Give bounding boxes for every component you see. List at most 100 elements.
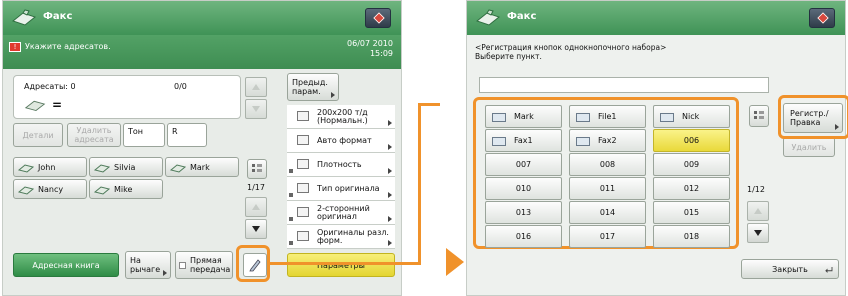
one-touch-button[interactable]: Fax2 bbox=[569, 129, 646, 152]
r-button[interactable]: R bbox=[167, 123, 207, 147]
grid-scroll-down[interactable] bbox=[747, 223, 769, 243]
setting-label: Оригиналы разл. форм. bbox=[317, 228, 389, 245]
instruction-line-1: <Регистрация кнопок однокнопочного набор… bbox=[475, 43, 667, 52]
fax-address-icon bbox=[18, 164, 34, 173]
status-band: ! Укажите адресатов. 06/07 2010 15:09 bbox=[3, 35, 401, 69]
fax-address-icon bbox=[170, 164, 186, 173]
address-type-icon bbox=[576, 113, 590, 122]
menu-button[interactable] bbox=[809, 8, 835, 28]
setting-density[interactable]: Плотность bbox=[287, 153, 395, 177]
address-button-silvia[interactable]: Silvia bbox=[89, 157, 163, 177]
one-touch-label: 015 bbox=[683, 208, 700, 217]
warning-icon: ! bbox=[9, 42, 21, 52]
tone-button[interactable]: Тон bbox=[123, 123, 165, 147]
setting-label: Авто формат bbox=[317, 136, 372, 145]
direct-send-button[interactable]: Прямая передача bbox=[175, 251, 233, 279]
setting-auto-size[interactable]: Авто формат bbox=[287, 129, 395, 153]
date-time: 06/07 2010 15:09 bbox=[347, 39, 393, 59]
fax-main-screen: Факс ! Укажите адресатов. 06/07 2010 15:… bbox=[2, 0, 402, 296]
setting-original-type[interactable]: Тип оригинала bbox=[287, 177, 395, 201]
address-button-mark[interactable]: Mark bbox=[165, 157, 239, 177]
fax-address-icon bbox=[94, 186, 110, 195]
address-button-nancy[interactable]: Nancy bbox=[13, 179, 87, 199]
address-button-john[interactable]: John bbox=[13, 157, 87, 177]
one-touch-label: 007 bbox=[515, 160, 532, 169]
close-label: Закрыть bbox=[772, 264, 808, 274]
one-touch-label: 013 bbox=[515, 208, 532, 217]
recipients-scroll-down[interactable] bbox=[245, 99, 267, 119]
one-touch-button[interactable]: 013 bbox=[485, 201, 562, 224]
two-sided-icon bbox=[297, 207, 309, 217]
address-button-mike[interactable]: Mike bbox=[89, 179, 163, 199]
address-list-view-button[interactable] bbox=[247, 159, 267, 179]
setting-label: Тип оригинала bbox=[317, 184, 380, 193]
one-touch-label: 011 bbox=[599, 184, 616, 193]
density-icon bbox=[297, 159, 309, 169]
details-button[interactable]: Детали bbox=[13, 123, 63, 147]
setting-mixed-originals[interactable]: Оригиналы разл. форм. bbox=[287, 225, 395, 249]
destination-value[interactable]: = bbox=[52, 98, 62, 112]
address-book-button[interactable]: Адресная книга bbox=[13, 253, 119, 277]
menu-cube-icon bbox=[373, 12, 385, 24]
one-touch-label: Nick bbox=[682, 112, 700, 121]
fax-address-icon bbox=[94, 164, 110, 173]
setting-label: 200x200 т/д (Нормальн.) bbox=[317, 108, 368, 125]
recipients-panel: Адресаты: 0 0/0 = bbox=[13, 75, 241, 119]
one-touch-button[interactable]: 012 bbox=[653, 177, 730, 200]
direct-send-label: Прямая передача bbox=[190, 256, 231, 274]
one-touch-button[interactable]: Fax1 bbox=[485, 129, 562, 152]
close-button[interactable]: Закрыть bbox=[741, 259, 839, 279]
return-icon bbox=[825, 267, 833, 273]
one-touch-button[interactable]: 014 bbox=[569, 201, 646, 224]
one-touch-button[interactable]: 016 bbox=[485, 225, 562, 248]
setting-two-sided[interactable]: 2-сторонний оригинал bbox=[287, 201, 395, 225]
one-touch-button[interactable]: 007 bbox=[485, 153, 562, 176]
previous-settings-button[interactable]: Предыд. парам. bbox=[287, 73, 339, 101]
one-touch-button[interactable]: 011 bbox=[569, 177, 646, 200]
options-button[interactable]: Параметры bbox=[287, 253, 395, 277]
address-type-icon bbox=[492, 113, 506, 122]
address-label: Silvia bbox=[114, 162, 136, 172]
address-label: Nancy bbox=[38, 184, 64, 194]
menu-button[interactable] bbox=[365, 8, 391, 28]
one-touch-label: 016 bbox=[515, 232, 532, 241]
one-touch-button[interactable]: Nick bbox=[653, 105, 730, 128]
address-label: Mark bbox=[190, 162, 210, 172]
setting-label: Плотность bbox=[317, 160, 362, 169]
one-touch-button[interactable]: 009 bbox=[653, 153, 730, 176]
one-touch-label: 014 bbox=[599, 208, 616, 217]
address-scroll-down[interactable] bbox=[245, 219, 267, 239]
one-touch-button[interactable]: 018 bbox=[653, 225, 730, 248]
one-touch-button[interactable]: 006 bbox=[653, 129, 730, 152]
one-touch-button[interactable]: Mark bbox=[485, 105, 562, 128]
one-touch-button[interactable]: 008 bbox=[569, 153, 646, 176]
edit-button-highlight bbox=[236, 245, 270, 282]
instruction-text: <Регистрация кнопок однокнопочного набор… bbox=[475, 43, 666, 61]
fax-app-icon bbox=[11, 9, 37, 26]
one-touch-button[interactable]: 017 bbox=[569, 225, 646, 248]
recipients-scroll-up[interactable] bbox=[245, 77, 267, 97]
one-touch-button[interactable]: 015 bbox=[653, 201, 730, 224]
delete-recipient-button[interactable]: Удалить адресата bbox=[67, 123, 121, 147]
grid-scroll-up[interactable] bbox=[747, 201, 769, 221]
setting-resolution[interactable]: 200x200 т/д (Нормальн.) bbox=[287, 105, 395, 129]
address-type-icon bbox=[492, 137, 506, 146]
address-scroll-up[interactable] bbox=[245, 197, 267, 217]
title-bar: Факс bbox=[3, 1, 401, 35]
address-label: Mike bbox=[114, 184, 133, 194]
grid-page-indicator: 1/12 bbox=[747, 185, 765, 194]
one-touch-label: 008 bbox=[599, 160, 616, 169]
connector-line-vertical bbox=[418, 103, 421, 265]
setting-label: 2-сторонний оригинал bbox=[317, 204, 370, 221]
list-view-button[interactable] bbox=[749, 105, 769, 127]
original-type-icon bbox=[297, 183, 309, 193]
search-input[interactable] bbox=[479, 77, 769, 93]
register-edit-highlight bbox=[778, 95, 848, 139]
on-hook-button[interactable]: На рычаге bbox=[125, 251, 171, 279]
one-touch-button[interactable]: File1 bbox=[569, 105, 646, 128]
delete-button[interactable]: Удалить bbox=[783, 137, 835, 157]
recipients-label: Адресаты: 0 bbox=[24, 82, 76, 91]
one-touch-label: 017 bbox=[599, 232, 616, 241]
address-label: John bbox=[38, 162, 56, 172]
one-touch-button[interactable]: 010 bbox=[485, 177, 562, 200]
